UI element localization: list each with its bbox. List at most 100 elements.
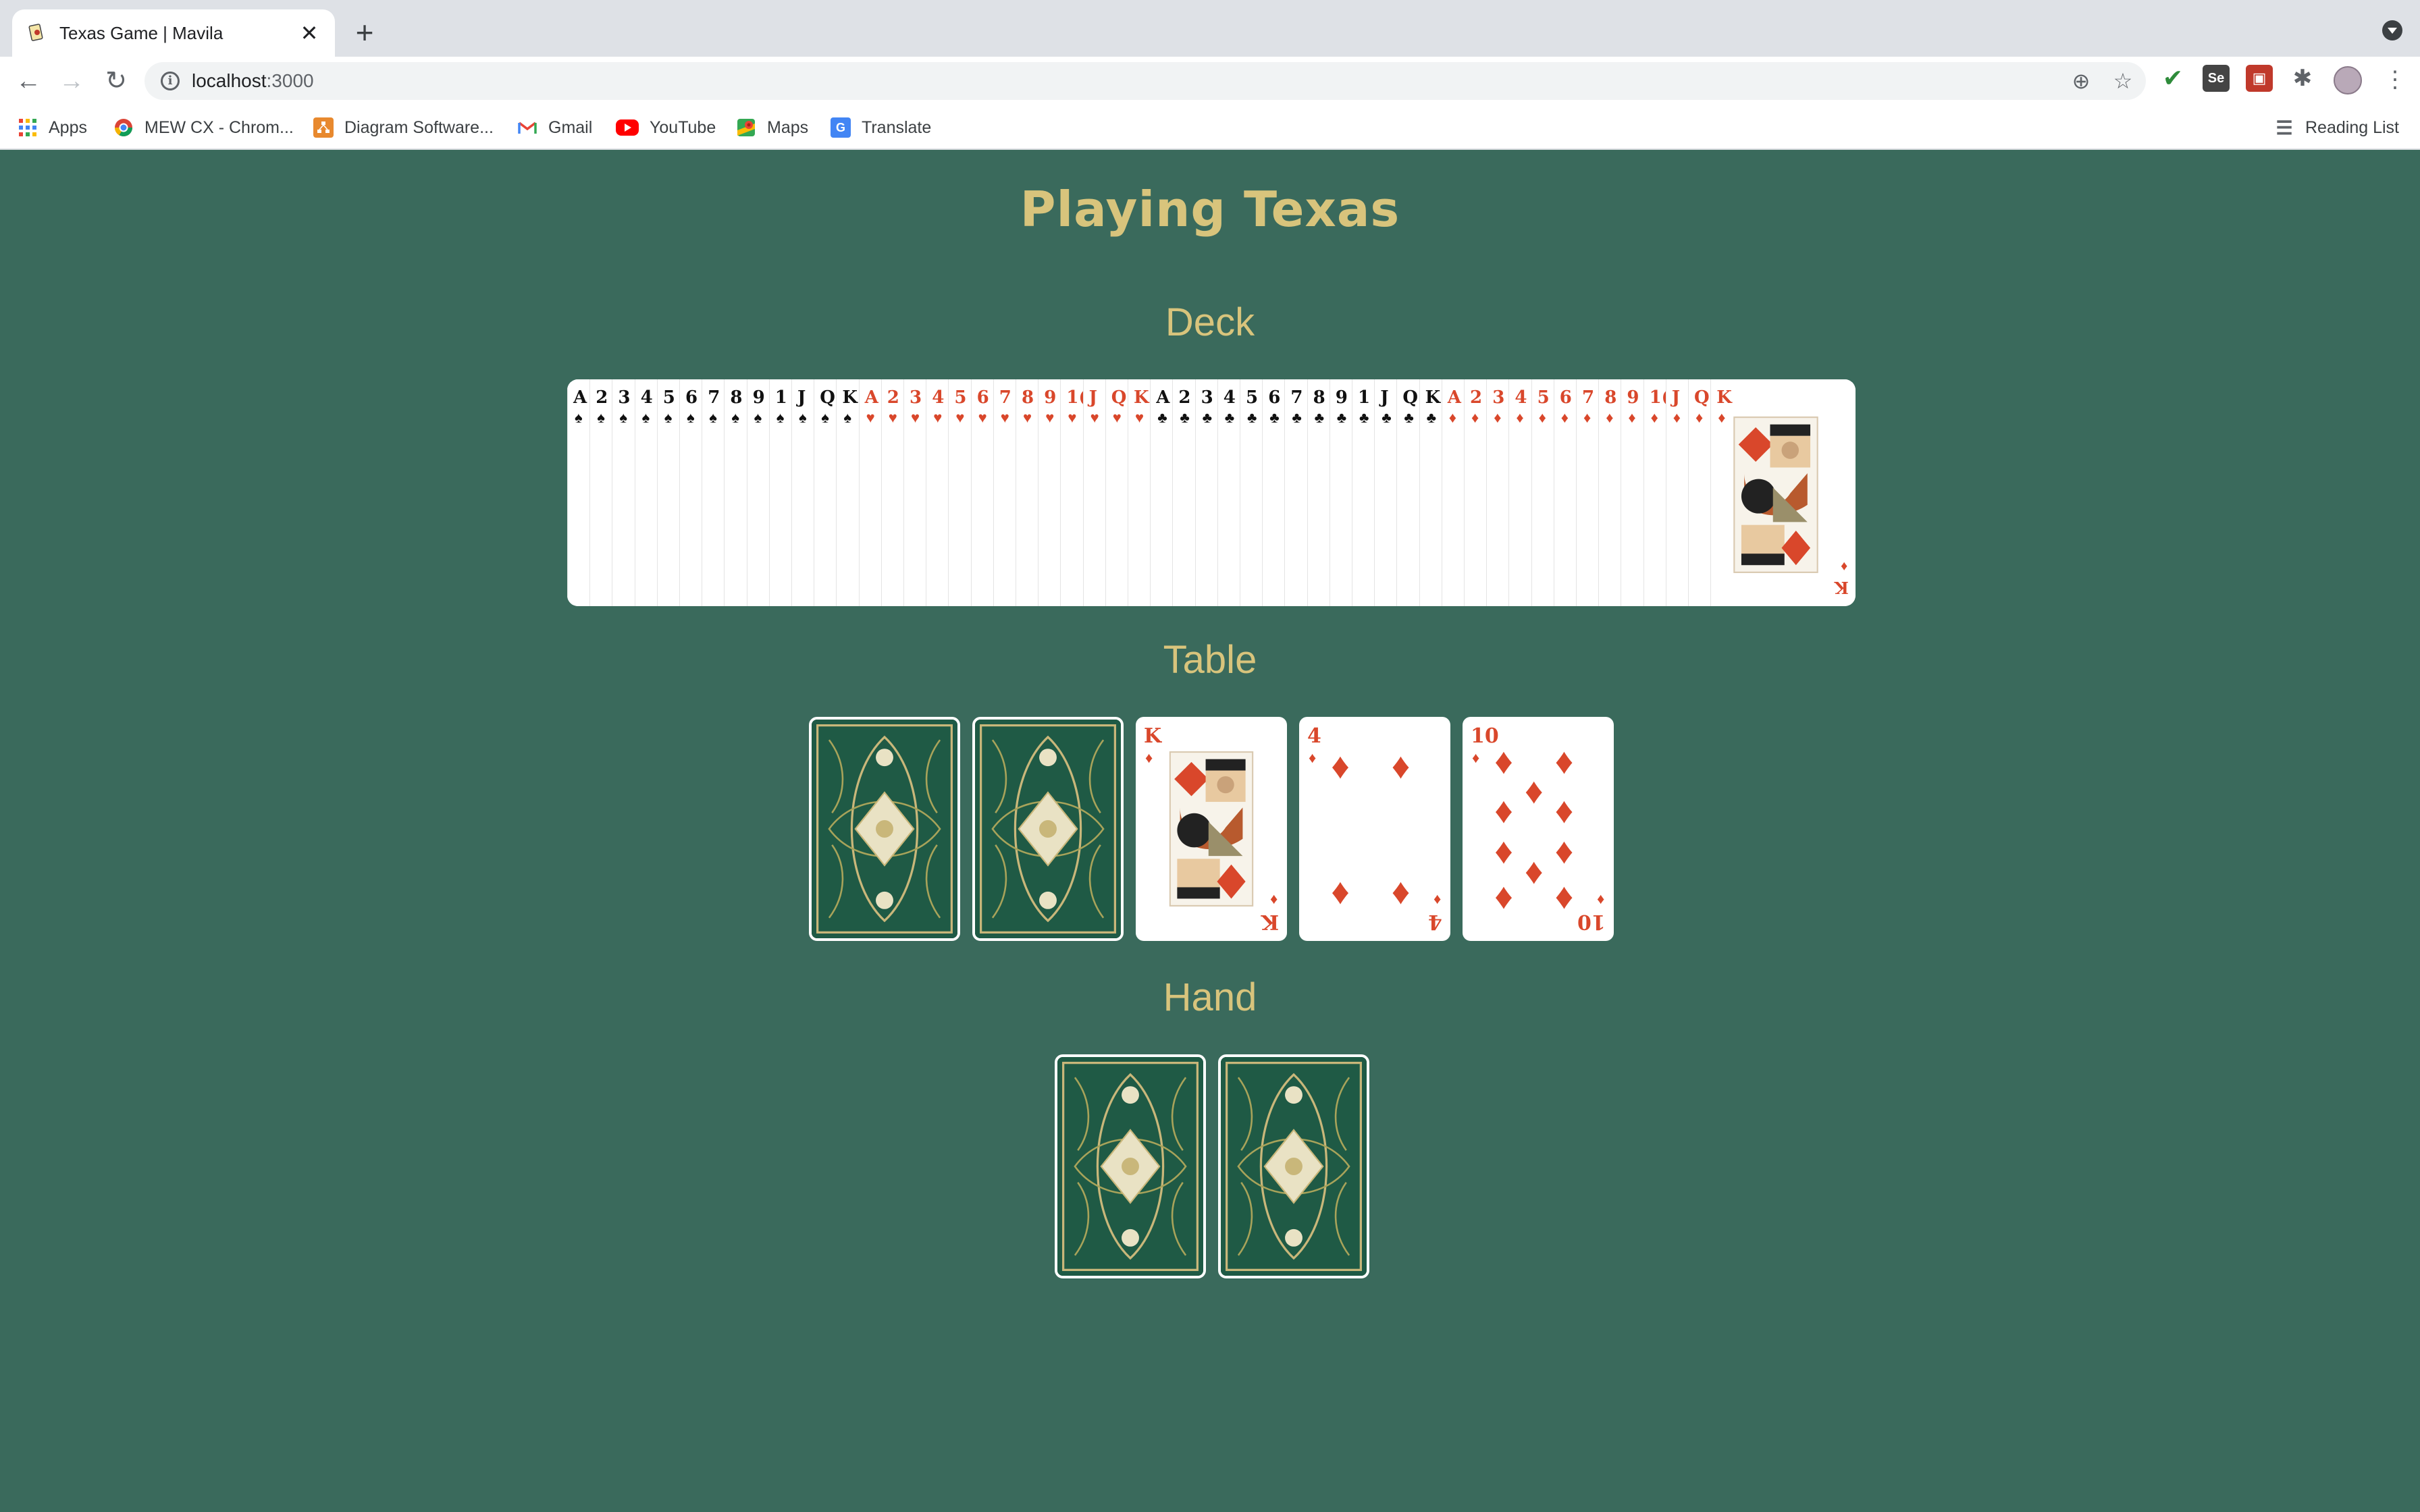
deck-card-suit: ♦ bbox=[1718, 409, 1726, 426]
url-text[interactable]: localhost:3000 bbox=[192, 70, 314, 92]
deck-card-rank: 6 bbox=[1268, 387, 1281, 408]
bookmark-apps[interactable]: Apps bbox=[18, 115, 87, 140]
hand-card-back[interactable] bbox=[1218, 1054, 1369, 1278]
deck-card-rank: 7 bbox=[1290, 387, 1303, 408]
deck-card-rank-bottom: K bbox=[1835, 578, 1849, 597]
url-host: localhost bbox=[192, 70, 267, 91]
profile-avatar[interactable] bbox=[2334, 66, 2362, 94]
deck-card-suit: ♠ bbox=[821, 409, 829, 426]
deck-card-rank: J bbox=[1380, 387, 1389, 408]
suit-pip: ♦ bbox=[1494, 741, 1513, 782]
bookmark-diagram-software[interactable]: Diagram Software... bbox=[313, 115, 494, 140]
bookmark-star-icon[interactable]: ☆ bbox=[2111, 69, 2135, 93]
deck-card-rank: 1 bbox=[774, 387, 787, 408]
back-arrow-icon[interactable]: ← bbox=[12, 65, 45, 97]
card-suit-bottom: ♦ bbox=[1269, 892, 1278, 909]
deck-card-rank: 2 bbox=[887, 387, 899, 408]
forward-arrow-icon[interactable]: → bbox=[55, 65, 88, 97]
address-bar[interactable]: i localhost:3000 ⊕ ☆ bbox=[144, 62, 2146, 100]
deck[interactable]: A ♠ 2 ♠ 3 ♠ 4 ♠ 5 ♠ 6 ♠ 7 ♠ 8 ♠ 9 ♠ 1 ♠ J ♠ Q ♠ K ♠ A ♥ 2 ♥ 3 ♥ 4 ♥ 5 ♥ 6 ♥ 7 ♥… bbox=[567, 379, 1856, 606]
recorder-extension-icon[interactable]: ▣ bbox=[2246, 65, 2273, 92]
card-suit: ♦ bbox=[1309, 749, 1317, 766]
selenium-extension-icon[interactable]: Se bbox=[2203, 65, 2230, 92]
hand-card-back[interactable] bbox=[1055, 1054, 1206, 1278]
deck-card-rank: 2 bbox=[1470, 387, 1483, 408]
king-artwork bbox=[1731, 416, 1820, 577]
tab-search-icon[interactable] bbox=[2382, 20, 2402, 40]
card-rank: 4 bbox=[1307, 724, 1321, 748]
deck-card-suit: ♠ bbox=[664, 409, 673, 426]
suit-pip: ♦ bbox=[1554, 875, 1574, 917]
deck-card-suit: ♥ bbox=[866, 409, 875, 426]
deck-card-rank: 4 bbox=[640, 387, 653, 408]
apps-grid-icon bbox=[18, 117, 38, 138]
deck-card-rank: 4 bbox=[1515, 387, 1527, 408]
deck-card-suit: ♦ bbox=[1628, 409, 1636, 426]
maps-icon bbox=[736, 117, 756, 138]
table-card[interactable]: 10 ♦ 10 ♦ ♦ ♦ ♦ ♦ ♦ ♦ ♦ ♦ ♦ ♦ bbox=[1463, 717, 1614, 941]
zoom-icon[interactable]: ⊕ bbox=[2069, 69, 2093, 93]
extensions-puzzle-icon[interactable]: ✱ bbox=[2289, 65, 2316, 92]
browser-toolbar: ← → ↻ i localhost:3000 ⊕ ☆ bbox=[0, 57, 2420, 105]
reload-icon[interactable]: ↻ bbox=[100, 65, 132, 97]
table-card-back[interactable] bbox=[809, 717, 960, 941]
browser-menu-icon[interactable]: ⋮ bbox=[2384, 65, 2406, 94]
deck-card-rank: 9 bbox=[1335, 387, 1348, 408]
bookmark-maps[interactable]: Maps bbox=[736, 115, 808, 140]
table-card[interactable]: K ♦ K ♦ bbox=[1136, 717, 1287, 941]
suit-pip: ♦ bbox=[1391, 871, 1411, 912]
youtube-icon bbox=[616, 119, 639, 136]
suit-pip: ♦ bbox=[1554, 790, 1574, 832]
deck-card-rank: 4 bbox=[1223, 387, 1236, 408]
bookmark-gmail[interactable]: Gmail bbox=[517, 115, 592, 140]
deck-card-suit: ♥ bbox=[1112, 409, 1122, 426]
diagram-icon bbox=[313, 117, 334, 138]
new-tab-button[interactable]: + bbox=[351, 14, 378, 51]
table-card[interactable]: 4 ♦ 4 ♦ ♦ ♦ ♦ ♦ bbox=[1299, 717, 1450, 941]
deck-card-suit: ♦ bbox=[1673, 409, 1681, 426]
url-port: :3000 bbox=[266, 70, 314, 91]
bookmark-mew-cx[interactable]: MEW CX - Chrom... bbox=[113, 115, 294, 140]
deck-card-rank: 8 bbox=[1313, 387, 1325, 408]
gmail-icon bbox=[517, 117, 537, 138]
deck-card-rank: 5 bbox=[662, 387, 675, 408]
deck-card-suit: ♠ bbox=[776, 409, 785, 426]
browser-tab[interactable]: Texas Game | Mavila ✕ bbox=[12, 9, 335, 57]
deck-card-rank: 4 bbox=[932, 387, 945, 408]
site-info-icon[interactable]: i bbox=[161, 72, 180, 90]
deck-card-suit: ♣ bbox=[1157, 409, 1167, 426]
deck-card-rank: 7 bbox=[708, 387, 720, 408]
deck-card-suit: ♥ bbox=[1023, 409, 1032, 426]
deck-card-rank: 5 bbox=[954, 387, 967, 408]
deck-card-suit: ♣ bbox=[1336, 409, 1347, 426]
reading-list-icon: ☰ bbox=[2276, 117, 2293, 138]
table-card-back[interactable] bbox=[972, 717, 1124, 941]
king-artwork bbox=[1165, 751, 1257, 911]
bookmark-label: Apps bbox=[49, 117, 87, 137]
bookmark-label: Translate bbox=[862, 117, 932, 137]
card-rank-bottom: K bbox=[1261, 910, 1279, 934]
table-heading: Table bbox=[1163, 638, 1257, 682]
deck-card-rank: Q bbox=[1402, 387, 1419, 408]
bookmark-youtube[interactable]: YouTube bbox=[616, 115, 716, 140]
deck-card-rank: J bbox=[1671, 387, 1681, 408]
checkmark-extension-icon[interactable]: ✔ bbox=[2159, 65, 2186, 92]
deck-card-rank: 5 bbox=[1246, 387, 1259, 408]
deck-card-rank: 8 bbox=[730, 387, 743, 408]
bookmark-label: Maps bbox=[767, 117, 809, 137]
deck-card-rank: 2 bbox=[1178, 387, 1191, 408]
hand-heading: Hand bbox=[1163, 975, 1257, 1019]
card-back-pattern-icon bbox=[975, 720, 1121, 938]
deck-card-suit: ♣ bbox=[1426, 409, 1437, 426]
deck-card-suit: ♣ bbox=[1202, 409, 1213, 426]
deck-card-suit: ♠ bbox=[799, 409, 807, 426]
suit-pip: ♦ bbox=[1554, 741, 1574, 782]
deck-card-suit: ♥ bbox=[1135, 409, 1145, 426]
suit-pip: ♦ bbox=[1525, 851, 1544, 892]
bookmark-translate[interactable]: G Translate bbox=[831, 115, 931, 140]
deck-card-suit: ♥ bbox=[955, 409, 965, 426]
reading-list-button[interactable]: ☰ Reading List bbox=[2274, 115, 2399, 140]
deck-card-rank: K bbox=[1134, 387, 1149, 408]
deck-card-suit: ♣ bbox=[1359, 409, 1369, 426]
tab-close-icon[interactable]: ✕ bbox=[297, 20, 321, 46]
